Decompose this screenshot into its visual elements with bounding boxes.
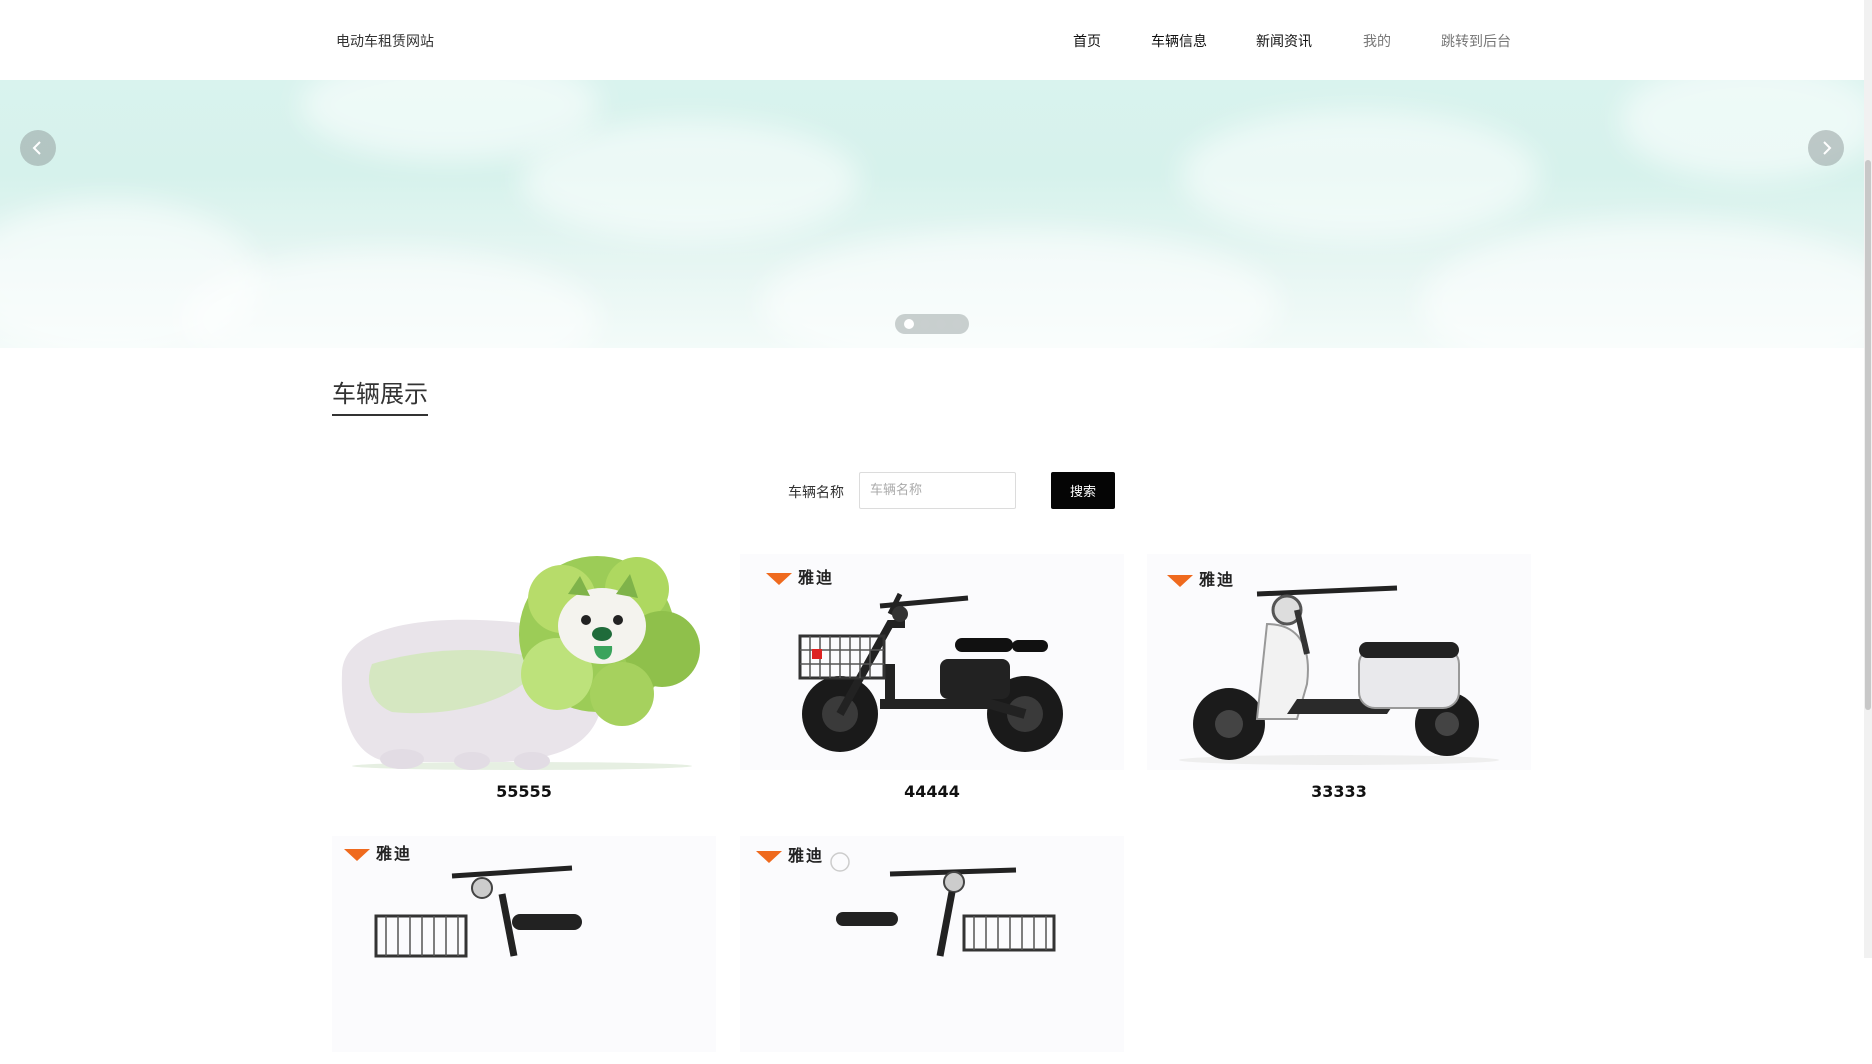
product-name[interactable]: 33333 [1147, 782, 1531, 801]
search-button[interactable]: 搜索 [1051, 472, 1115, 509]
banner-cloud [520, 120, 860, 240]
brand-name: 雅迪 [376, 844, 413, 863]
black-ebike-image [830, 852, 1056, 957]
brand-name: 雅迪 [1199, 570, 1236, 589]
black-ebike-image [374, 865, 582, 958]
product-card[interactable]: 55555 [332, 554, 716, 801]
brand-logo: 雅迪 [766, 564, 834, 588]
carousel-dot[interactable] [920, 319, 930, 329]
chevron-left-icon [32, 141, 41, 155]
brand-logo: 雅迪 [756, 842, 824, 866]
product-image[interactable]: 雅迪 [332, 836, 716, 1052]
product-card[interactable]: 雅迪 33333 [1147, 554, 1531, 801]
banner-carousel [0, 80, 1872, 348]
carousel-prev-button[interactable] [20, 130, 56, 166]
product-card[interactable]: 雅迪 [332, 836, 716, 1064]
product-card[interactable]: 雅迪 44444 [740, 554, 1124, 801]
carousel-dot[interactable] [904, 319, 914, 329]
nav-news[interactable]: 新闻资讯 [1256, 31, 1312, 51]
section-title-underline [332, 414, 428, 416]
product-image[interactable] [332, 554, 716, 770]
product-card[interactable]: 雅迪 [740, 836, 1124, 1064]
site-header: 电动车租赁网站 首页 车辆信息 新闻资讯 我的 跳转到后台 [0, 0, 1872, 80]
nav-home[interactable]: 首页 [1073, 31, 1101, 51]
cabbage-dog-image [341, 556, 700, 770]
carousel-dot[interactable] [952, 319, 962, 329]
nav-mine[interactable]: 我的 [1363, 31, 1391, 51]
banner-cloud [1420, 220, 1872, 348]
banner-cloud [1180, 110, 1540, 240]
carousel-indicators [895, 314, 969, 334]
brand-name: 雅迪 [788, 846, 825, 865]
brand-mark-icon [756, 850, 782, 863]
brand-mark-icon [344, 848, 370, 861]
brand-mark-icon [766, 572, 792, 585]
nav-vehicles[interactable]: 车辆信息 [1151, 31, 1207, 51]
brand-logo: 雅迪 [1167, 566, 1235, 590]
product-image[interactable]: 雅迪 [740, 836, 1124, 1052]
banner-cloud [1620, 80, 1872, 180]
brand-name: 雅迪 [798, 568, 835, 587]
chevron-right-icon [1823, 141, 1832, 155]
product-image[interactable]: 雅迪 [1147, 554, 1531, 770]
section-title: 车辆展示 [332, 380, 428, 408]
site-title[interactable]: 电动车租赁网站 [336, 31, 434, 51]
banner-cloud [760, 230, 1280, 348]
product-name[interactable]: 44444 [740, 782, 1124, 801]
product-image[interactable]: 雅迪 [740, 554, 1124, 770]
carousel-next-button[interactable] [1808, 130, 1844, 166]
page-scrollbar-thumb[interactable] [1865, 160, 1871, 710]
brand-logo: 雅迪 [344, 840, 412, 864]
vehicle-name-search-input[interactable] [859, 472, 1016, 509]
brand-mark-icon [1167, 574, 1193, 587]
search-label: 车辆名称 [788, 485, 844, 501]
carousel-dot[interactable] [936, 319, 946, 329]
product-name[interactable]: 55555 [332, 782, 716, 801]
nav-admin[interactable]: 跳转到后台 [1441, 31, 1511, 51]
